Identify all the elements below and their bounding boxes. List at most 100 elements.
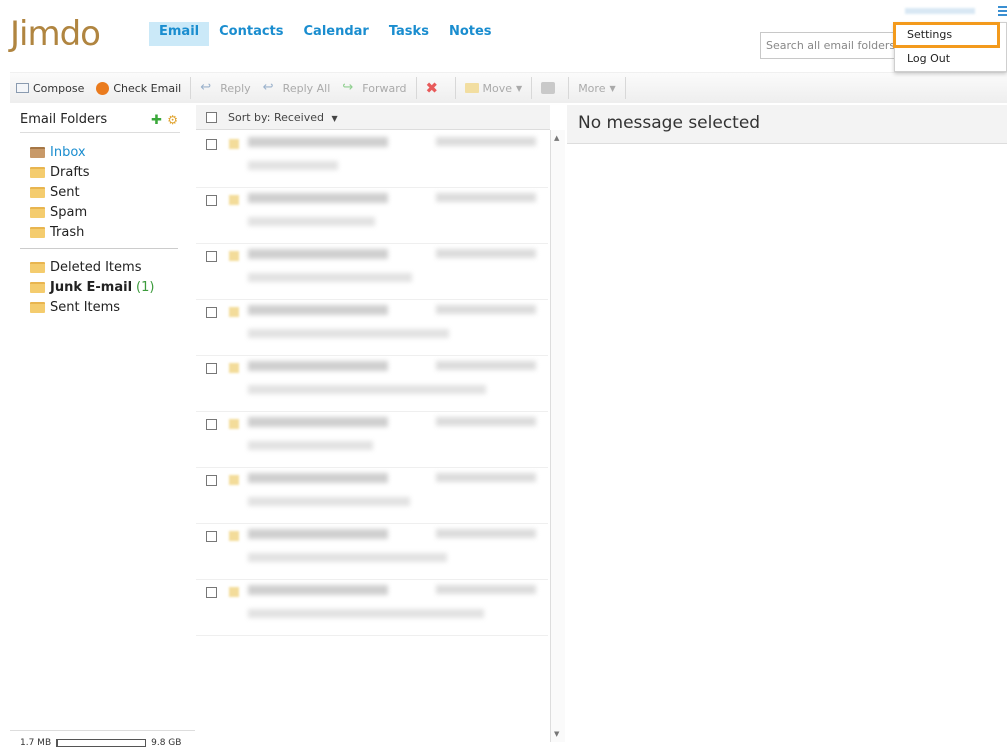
settings-highlight [893, 22, 1000, 48]
message-checkbox[interactable] [206, 139, 217, 150]
message-flag-icon [229, 139, 239, 149]
tab-notes[interactable]: Notes [439, 22, 502, 46]
message-preview [248, 553, 447, 562]
message-sender [248, 417, 388, 427]
message-date [436, 361, 536, 370]
message-flag-icon [229, 195, 239, 205]
folder-label: Junk E-mail [50, 279, 133, 295]
message-list-scrollbar[interactable]: ▲ ▼ [550, 130, 565, 742]
tab-contacts[interactable]: Contacts [209, 22, 293, 46]
quota-used: 1.7 MB [20, 738, 52, 748]
message-checkbox[interactable] [206, 363, 217, 374]
folder-trash[interactable]: Trash [30, 222, 84, 242]
toolbar-divider [415, 77, 417, 99]
folder-label: Deleted Items [50, 259, 142, 275]
storage-quota: 1.7 MB 9.8 GB [20, 738, 181, 748]
select-all-checkbox[interactable] [206, 111, 217, 123]
message-list-header: Sort by: Received ▼ [196, 105, 550, 130]
forward-icon: ↪ [342, 80, 354, 95]
more-button[interactable]: More ▼ [572, 73, 621, 103]
reply-button[interactable]: ↩ Reply [194, 73, 256, 103]
message-date [436, 529, 536, 538]
scroll-up-icon[interactable]: ▲ [554, 134, 559, 142]
folder-icon [30, 226, 45, 238]
message-preview [248, 441, 373, 450]
message-row[interactable] [196, 299, 548, 356]
message-sender [248, 473, 388, 483]
jimdo-logo[interactable]: Jimdo [10, 14, 101, 54]
check-email-button[interactable]: Check Email [90, 73, 187, 103]
message-checkbox[interactable] [206, 195, 217, 206]
reply-icon: ↩ [200, 80, 212, 95]
quota-bar [56, 739, 147, 747]
message-row[interactable] [196, 467, 548, 524]
message-preview [248, 273, 412, 282]
delete-button[interactable]: ✖ [420, 73, 452, 103]
message-checkbox[interactable] [206, 587, 217, 598]
message-row[interactable] [196, 411, 548, 468]
message-checkbox[interactable] [206, 531, 217, 542]
message-preview [248, 217, 375, 226]
folder-junk-email[interactable]: Junk E-mail (1) [30, 277, 154, 297]
message-checkbox[interactable] [206, 307, 217, 318]
folder-label: Sent [50, 184, 80, 200]
folder-drafts[interactable]: Drafts [30, 162, 90, 182]
message-checkbox[interactable] [206, 419, 217, 430]
message-checkbox[interactable] [206, 251, 217, 262]
sort-dropdown[interactable]: Sort by: Received ▼ [228, 111, 338, 124]
message-row[interactable] [196, 523, 548, 580]
folder-label: Drafts [50, 164, 90, 180]
message-row[interactable] [196, 355, 548, 412]
message-date [436, 137, 536, 146]
tab-calendar[interactable]: Calendar [294, 22, 379, 46]
message-row[interactable] [196, 131, 548, 188]
add-folder-icon[interactable]: ✚ [151, 113, 162, 128]
message-date [436, 249, 536, 258]
preview-empty-text: No message selected [578, 113, 761, 133]
folder-label: Trash [50, 224, 85, 240]
tab-tasks[interactable]: Tasks [379, 22, 439, 46]
message-preview [248, 161, 338, 170]
search-input[interactable]: Search all email folders [760, 32, 900, 59]
folder-inbox[interactable]: Inbox [30, 142, 86, 162]
move-label: Move [482, 81, 513, 95]
print-icon [541, 82, 556, 94]
sort-label: Sort by: [228, 110, 271, 124]
compose-button[interactable]: Compose [10, 73, 90, 103]
reply-all-button[interactable]: ↩ Reply All [257, 73, 337, 103]
folders-header: Email Folders ✚ ⚙ [20, 112, 180, 133]
refresh-icon [96, 81, 110, 95]
gear-icon[interactable]: ⚙ [167, 113, 178, 127]
message-sender [248, 193, 388, 203]
folder-label: Sent Items [50, 299, 121, 315]
folder-deleted-items[interactable]: Deleted Items [30, 257, 141, 277]
print-button[interactable] [535, 73, 565, 103]
message-flag-icon [229, 475, 239, 485]
message-date [436, 305, 536, 314]
folder-sent[interactable]: Sent [30, 182, 80, 202]
message-preview [248, 497, 410, 506]
check-email-label: Check Email [113, 81, 182, 95]
menu-icon[interactable] [998, 6, 1007, 18]
folder-sent-items[interactable]: Sent Items [30, 297, 120, 317]
message-row[interactable] [196, 579, 548, 636]
user-account-link[interactable] [905, 8, 975, 14]
folder-spam[interactable]: Spam [30, 202, 87, 222]
message-flag-icon [229, 363, 239, 373]
message-preview [248, 609, 484, 618]
logout-menu-item[interactable]: Log Out [895, 47, 1006, 71]
inbox-icon [30, 146, 45, 158]
move-button[interactable]: Move ▼ [459, 73, 529, 103]
forward-button[interactable]: ↪ Forward [336, 73, 412, 103]
more-label: More [578, 81, 606, 95]
message-row[interactable] [196, 187, 548, 244]
folder-icon [30, 261, 45, 273]
scroll-down-icon[interactable]: ▼ [554, 730, 559, 738]
main-nav: Email Contacts Calendar Tasks Notes [149, 22, 502, 46]
message-date [436, 585, 536, 594]
tab-email[interactable]: Email [149, 22, 210, 46]
message-checkbox[interactable] [206, 475, 217, 486]
folder-icon [30, 186, 45, 198]
message-row[interactable] [196, 243, 548, 300]
message-sender [248, 305, 388, 315]
